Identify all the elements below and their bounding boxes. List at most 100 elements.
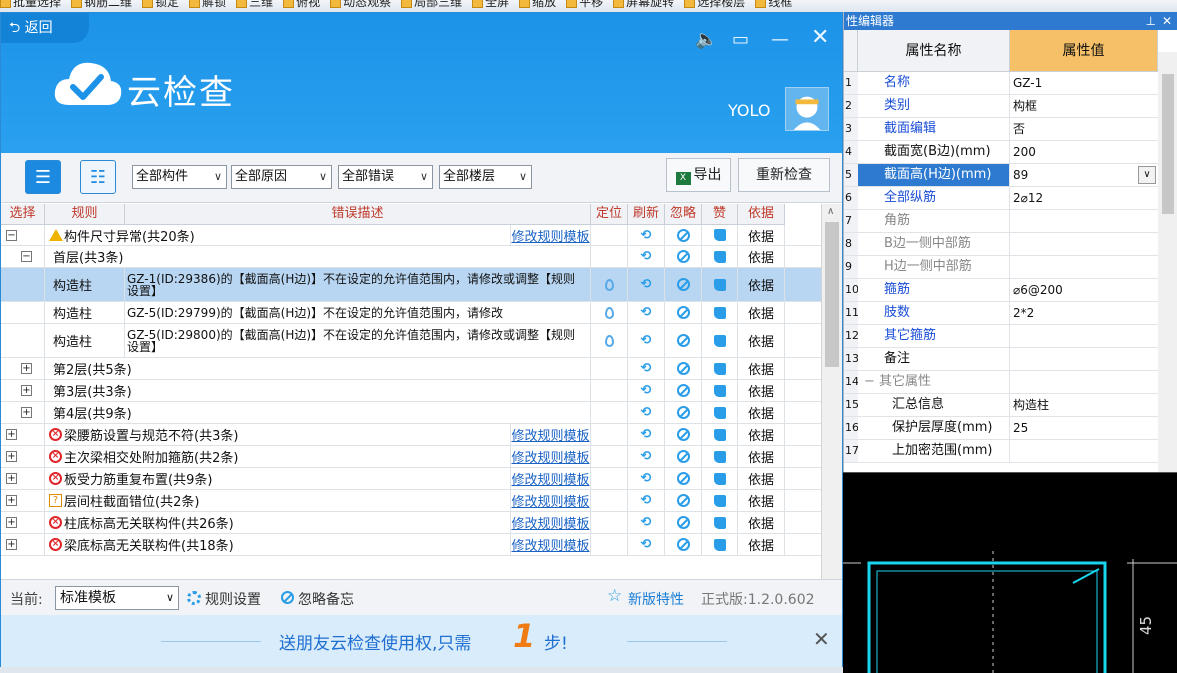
select-cell[interactable] bbox=[1, 302, 45, 323]
ignore-memo-link[interactable]: 忽略备忘 bbox=[298, 589, 354, 609]
property-row[interactable]: 7 角筋 bbox=[844, 210, 1158, 233]
error-row[interactable]: 构造柱 GZ-5(ID:29799)的【截面高(H边)】不在设定的允许值范围内，请… bbox=[1, 302, 821, 324]
property-row[interactable]: 10 箍筋 ⌀6@200 bbox=[844, 279, 1158, 302]
ignore-cell[interactable] bbox=[665, 468, 702, 489]
locate-pin-icon[interactable] bbox=[604, 306, 614, 319]
group-row[interactable]: + 第4层(共9条) ⟲ 依据 bbox=[1, 402, 821, 424]
basis-cell[interactable]: 依据 bbox=[738, 246, 785, 267]
basis-cell[interactable]: 依据 bbox=[738, 534, 785, 555]
edit-rule-template-link[interactable]: 修改规则模板 bbox=[511, 425, 589, 444]
refresh-cell[interactable]: ⟲ bbox=[628, 446, 665, 467]
ignore-icon[interactable] bbox=[676, 538, 690, 551]
floor-filter[interactable]: 全部楼层 ∨ bbox=[439, 165, 532, 189]
basis-link[interactable]: 依据 bbox=[748, 303, 774, 322]
edit-rule-template-link[interactable]: 修改规则模板 bbox=[511, 535, 589, 554]
property-row[interactable]: 8 B边一侧中部筋 bbox=[844, 233, 1158, 256]
ignore-icon[interactable] bbox=[676, 362, 690, 375]
list-view-button[interactable]: ☰ bbox=[25, 160, 61, 194]
ignore-icon[interactable] bbox=[676, 472, 690, 485]
locate-pin-icon[interactable] bbox=[604, 334, 614, 347]
property-value[interactable]: 构造柱 bbox=[1010, 394, 1158, 416]
basis-cell[interactable]: 依据 bbox=[738, 468, 785, 489]
rule-settings-link[interactable]: 规则设置 bbox=[205, 589, 261, 609]
like-cell[interactable] bbox=[702, 512, 738, 533]
thumbs-up-icon[interactable] bbox=[713, 428, 726, 441]
ignore-icon[interactable] bbox=[676, 250, 690, 263]
toolbar-item[interactable]: 俯视 bbox=[283, 0, 320, 8]
expand-icon[interactable]: + bbox=[6, 539, 17, 550]
property-row[interactable]: 13 备注 bbox=[844, 348, 1158, 371]
property-value[interactable] bbox=[1010, 256, 1158, 278]
like-cell[interactable] bbox=[702, 380, 738, 401]
basis-link[interactable]: 依据 bbox=[748, 359, 774, 378]
col-header-refresh[interactable]: 刷新 bbox=[628, 204, 665, 225]
gear-icon[interactable] bbox=[187, 591, 201, 605]
select-cell[interactable]: − bbox=[1, 225, 45, 245]
thumbs-up-icon[interactable] bbox=[713, 362, 726, 375]
thumbs-up-icon[interactable] bbox=[713, 250, 726, 263]
select-cell[interactable] bbox=[1, 268, 45, 301]
expand-icon[interactable]: + bbox=[21, 407, 32, 418]
basis-link[interactable]: 依据 bbox=[748, 447, 774, 466]
basis-link[interactable]: 依据 bbox=[748, 491, 774, 510]
basis-cell[interactable]: 依据 bbox=[738, 446, 785, 467]
property-row[interactable]: 12 其它箍筋 bbox=[844, 325, 1158, 348]
refresh-cell[interactable]: ⟲ bbox=[628, 468, 665, 489]
property-value[interactable] bbox=[1010, 371, 1158, 393]
like-cell[interactable] bbox=[702, 534, 738, 555]
property-value[interactable] bbox=[1010, 440, 1158, 462]
scroll-thumb[interactable] bbox=[825, 222, 839, 367]
refresh-cell[interactable]: ⟲ bbox=[628, 268, 665, 301]
like-cell[interactable] bbox=[702, 324, 738, 357]
ignore-icon[interactable] bbox=[676, 334, 690, 347]
thumbs-up-icon[interactable] bbox=[713, 516, 726, 529]
like-cell[interactable] bbox=[702, 246, 738, 267]
basis-link[interactable]: 依据 bbox=[748, 535, 774, 554]
group-row[interactable]: + × 梁底标高无关联构件(共18条) 修改规则模板 ⟲ 依据 bbox=[1, 534, 821, 556]
basis-cell[interactable]: 依据 bbox=[738, 302, 785, 323]
group-row[interactable]: + 第3层(共3条) ⟲ 依据 bbox=[1, 380, 821, 402]
select-cell[interactable]: + bbox=[1, 380, 45, 401]
like-cell[interactable] bbox=[702, 468, 738, 489]
like-cell[interactable] bbox=[702, 446, 738, 467]
expand-icon[interactable]: + bbox=[6, 473, 17, 484]
expand-icon[interactable]: + bbox=[6, 451, 17, 462]
select-cell[interactable]: + bbox=[1, 512, 45, 533]
property-value[interactable]: 构框 bbox=[1010, 95, 1158, 117]
ignore-icon[interactable] bbox=[676, 406, 690, 419]
refresh-cell[interactable]: ⟲ bbox=[628, 302, 665, 323]
speaker-icon[interactable]: 🔈 bbox=[695, 29, 717, 50]
col-header-like[interactable]: 赞 bbox=[702, 204, 738, 225]
toolbar-item[interactable]: 三维 bbox=[236, 0, 273, 8]
select-cell[interactable]: + bbox=[1, 402, 45, 423]
refresh-cell[interactable]: ⟲ bbox=[628, 490, 665, 511]
locate-cell[interactable] bbox=[591, 268, 628, 301]
toolbar-item[interactable]: 平移 bbox=[566, 0, 603, 8]
refresh-icon[interactable]: ⟲ bbox=[641, 249, 652, 264]
refresh-icon[interactable]: ⟲ bbox=[641, 449, 652, 464]
refresh-cell[interactable]: ⟲ bbox=[628, 246, 665, 267]
back-button[interactable]: ⮌ 返回 bbox=[1, 13, 89, 43]
property-value[interactable]: 2⌀12 bbox=[1010, 187, 1158, 209]
basis-link[interactable]: 依据 bbox=[748, 247, 774, 266]
component-filter[interactable]: 全部构件 ∨ bbox=[132, 165, 227, 189]
select-cell[interactable] bbox=[1, 324, 45, 357]
export-button[interactable]: X 导出 bbox=[666, 158, 731, 192]
refresh-cell[interactable]: ⟲ bbox=[628, 225, 665, 245]
refresh-cell[interactable]: ⟲ bbox=[628, 512, 665, 533]
template-select[interactable]: 标准模板 ∨ bbox=[55, 586, 179, 610]
property-row[interactable]: 4 截面宽(B边)(mm) 200 bbox=[844, 141, 1158, 164]
ignore-icon[interactable] bbox=[676, 306, 690, 319]
ignore-icon[interactable] bbox=[676, 228, 690, 242]
close-icon[interactable]: ✕ bbox=[811, 25, 829, 50]
like-cell[interactable] bbox=[702, 268, 738, 301]
group-row[interactable]: + 第2层(共5条) ⟲ 依据 bbox=[1, 358, 821, 380]
property-value[interactable] bbox=[1010, 325, 1158, 347]
thumbs-up-icon[interactable] bbox=[713, 472, 726, 485]
collapse-icon[interactable]: − bbox=[21, 251, 32, 262]
like-cell[interactable] bbox=[702, 402, 738, 423]
refresh-cell[interactable]: ⟲ bbox=[628, 358, 665, 379]
col-header-ignore[interactable]: 忽略 bbox=[665, 204, 702, 225]
ignore-icon[interactable] bbox=[676, 278, 690, 291]
locate-cell[interactable] bbox=[591, 302, 628, 323]
